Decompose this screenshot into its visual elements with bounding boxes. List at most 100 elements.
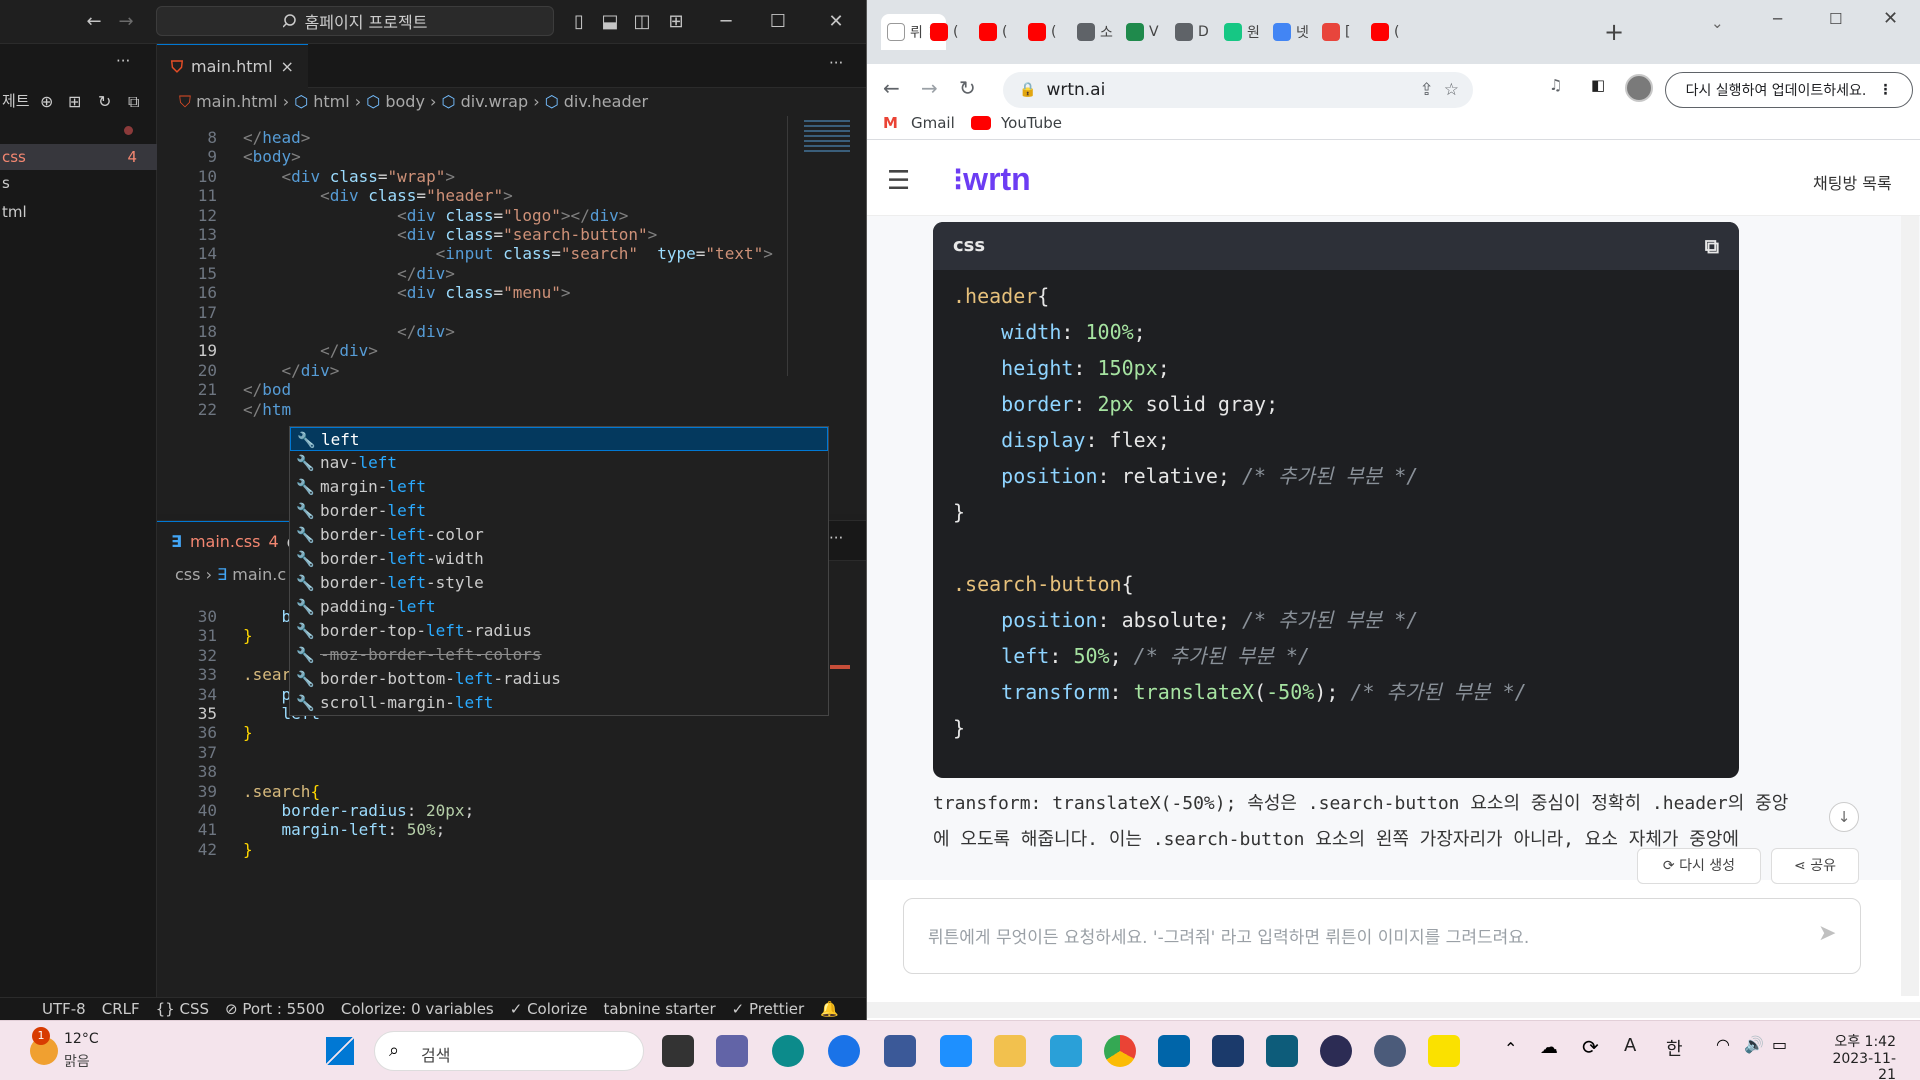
status-live-server[interactable]: ⊘ Port : 5500 — [217, 1000, 333, 1018]
bookmark-gmail[interactable]: Gmail — [911, 114, 955, 132]
status-tabnine[interactable]: tabnine starter — [596, 1000, 724, 1018]
chevron-up-icon[interactable]: ⌃ — [1504, 1039, 1517, 1058]
breadcrumb-item[interactable]: css — [175, 565, 200, 584]
editor-more-icon[interactable]: ··· — [829, 54, 843, 72]
maximize-icon[interactable]: ☐ — [764, 8, 792, 36]
eclipse-icon[interactable] — [1320, 1035, 1352, 1067]
weather-temp[interactable]: 12°C — [64, 1031, 99, 1047]
new-folder-icon[interactable]: ⊞ — [68, 92, 81, 111]
autocomplete-suggestions[interactable]: 🔧 left 🔧 nav-left 🔧 margin-left 🔧 border-left 🔧 b… — [289, 426, 829, 716]
more-actions-icon[interactable]: ··· — [116, 52, 130, 70]
browser-tab[interactable]: ( — [979, 14, 1007, 50]
vscode-icon[interactable] — [1158, 1035, 1190, 1067]
browser-tab[interactable]: 원 — [1224, 14, 1260, 50]
sync-icon[interactable]: ⟳ — [1582, 1035, 1599, 1059]
volume-icon[interactable]: 🔊 — [1744, 1035, 1764, 1054]
new-file-icon[interactable]: ⊕ — [40, 92, 53, 111]
status-language[interactable]: {} CSS — [148, 1000, 217, 1018]
update-button[interactable]: 다시 실행하여 업데이트하세요. ⋮ — [1665, 72, 1913, 108]
toggle-secondary-sidebar-icon[interactable]: ◫ — [628, 8, 656, 36]
status-colorize[interactable]: ✓ Colorize — [502, 1000, 596, 1018]
teams-icon[interactable] — [716, 1035, 748, 1067]
explorer-item-html[interactable]: tml — [0, 199, 157, 225]
bookmark-star-icon[interactable]: ☆ — [1444, 80, 1459, 100]
copy-icon[interactable]: ⧉ — [1705, 222, 1719, 270]
notifications-bell-icon[interactable]: 🔔 — [812, 1000, 847, 1018]
prompt-input[interactable]: 뤼튼에게 무엇이든 요청하세요. '-그려줘' 라고 입력하면 뤼튼이 이미지를… — [903, 898, 1861, 974]
status-encoding[interactable]: UTF-8 — [0, 1000, 94, 1018]
chat-list-link[interactable]: 채팅방 목록 — [1813, 170, 1892, 194]
browser-tab[interactable]: [ — [1322, 14, 1350, 50]
maximize-icon[interactable]: ☐ — [1829, 10, 1842, 28]
browser-tab[interactable]: D — [1175, 14, 1209, 50]
horizontal-scrollbar[interactable] — [867, 1002, 1920, 1018]
minimize-icon[interactable]: ─ — [1773, 10, 1782, 28]
ime-language-indicator[interactable]: 한 — [1666, 1035, 1683, 1061]
breadcrumb-item[interactable]: div.wrap — [461, 92, 529, 111]
toggle-sidebar-icon[interactable]: ▯ — [565, 8, 593, 36]
browser-tab[interactable]: ( — [930, 14, 958, 50]
new-tab-button[interactable]: + — [1604, 18, 1624, 46]
wifi-icon[interactable]: ◠ — [1716, 1035, 1730, 1054]
reload-icon[interactable]: ↻ — [959, 76, 976, 100]
suggestion-item[interactable]: 🔧 border-bottom-left-radius — [290, 667, 828, 691]
toggle-panel-icon[interactable]: ⬓ — [596, 8, 624, 36]
suggestion-item[interactable]: 🔧 -moz-border-left-colors — [290, 643, 828, 667]
scroll-down-button[interactable]: ↓ — [1829, 802, 1859, 832]
suggestion-item[interactable]: 🔧 padding-left — [290, 595, 828, 619]
editor-more-icon[interactable]: ··· — [829, 529, 843, 547]
side-panel-icon[interactable]: ◧ — [1591, 76, 1605, 94]
battery-icon[interactable]: ▭ — [1772, 1035, 1787, 1054]
app-icon[interactable] — [1266, 1035, 1298, 1067]
task-view-icon[interactable] — [662, 1035, 694, 1067]
suggestion-item[interactable]: 🔧 border-left — [290, 499, 828, 523]
tab-close-icon[interactable]: × — [281, 57, 294, 76]
browser-tab[interactable]: 소 — [1077, 14, 1113, 50]
command-center[interactable]: 홈페이지 프로젝트 — [156, 6, 554, 36]
share-button[interactable]: ⋖ 공유 — [1771, 848, 1859, 884]
ime-mode-indicator[interactable]: A — [1624, 1035, 1636, 1056]
devtools-icon[interactable] — [1212, 1035, 1244, 1067]
breadcrumb-item[interactable]: main.html — [196, 92, 278, 111]
close-icon[interactable]: ✕ — [1883, 8, 1898, 29]
customize-layout-icon[interactable]: ⊞ — [662, 8, 690, 36]
kakaotalk-icon[interactable] — [1428, 1035, 1460, 1067]
clock-date[interactable]: 2023-11-21 — [1816, 1051, 1896, 1080]
status-eol[interactable]: CRLF — [94, 1000, 148, 1018]
status-colorize-vars[interactable]: Colorize: 0 variables — [333, 1000, 502, 1018]
minimize-icon[interactable]: ─ — [712, 8, 740, 36]
status-prettier[interactable]: ✓ Prettier — [724, 1000, 813, 1018]
onedrive-icon[interactable]: ☁ — [1540, 1037, 1558, 1058]
edge-icon[interactable] — [772, 1035, 804, 1067]
hamburger-menu-icon[interactable]: ☰ — [887, 166, 910, 196]
suggestion-item[interactable]: 🔧 border-left-color — [290, 523, 828, 547]
suggestion-item[interactable]: 🔧 border-left-width — [290, 547, 828, 571]
tab-main-html[interactable]: ⛉ main.html × — [157, 44, 308, 88]
taskbar-search[interactable]: ⌕ 검색 — [374, 1031, 644, 1071]
close-icon[interactable]: ✕ — [822, 8, 850, 36]
suggestion-item[interactable]: 🔧 border-left-style — [290, 571, 828, 595]
browser-tab[interactable]: ( — [1371, 14, 1399, 50]
clock-time[interactable]: 오후 1:42 — [1826, 1031, 1896, 1051]
explorer-item-css[interactable]: css 4 — [0, 144, 157, 170]
bookmark-youtube[interactable]: YouTube — [1001, 114, 1062, 132]
refresh-icon[interactable]: ↻ — [98, 92, 111, 111]
snipping-tool-icon[interactable] — [1050, 1035, 1082, 1067]
suggestion-item[interactable]: 🔧 scroll-margin-left — [290, 691, 828, 715]
app-circle-icon[interactable] — [828, 1035, 860, 1067]
breadcrumb-item[interactable]: html — [313, 92, 349, 111]
weather-desc[interactable]: 맑음 — [64, 1051, 90, 1071]
back-arrow-icon[interactable]: ← — [80, 8, 108, 36]
regenerate-button[interactable]: ⟳ 다시 생성 — [1637, 848, 1761, 884]
notepad-icon[interactable] — [940, 1035, 972, 1067]
breadcrumb-item[interactable]: main.c — [232, 565, 286, 584]
breadcrumb-item[interactable]: body — [385, 92, 425, 111]
remote-app-icon[interactable] — [884, 1035, 916, 1067]
windows-start-icon[interactable] — [326, 1037, 354, 1065]
browser-tab[interactable]: V — [1126, 14, 1159, 50]
tab-search-chevron-icon[interactable]: ⌄ — [1711, 14, 1724, 32]
send-icon[interactable]: ➤ — [1818, 921, 1836, 946]
explorer-item-js[interactable]: s — [0, 170, 157, 196]
share-icon[interactable]: ⇪ — [1420, 80, 1434, 100]
browser-tab[interactable]: ( — [1028, 14, 1056, 50]
